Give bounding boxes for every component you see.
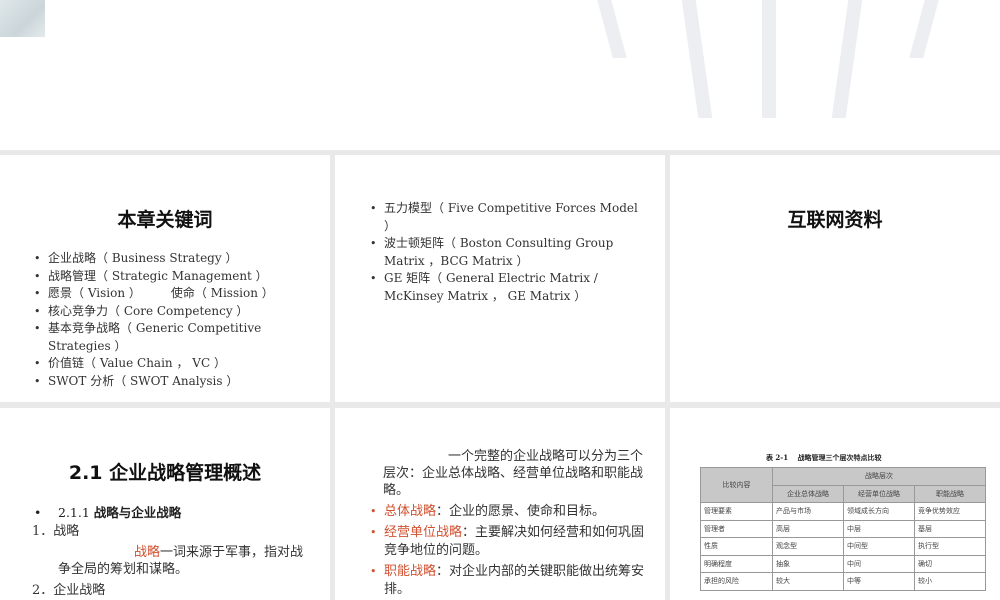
list-item: 战略管理（ Strategic Management ） bbox=[34, 268, 274, 286]
highlight-term: 战略 bbox=[134, 545, 161, 560]
cell: 确切 bbox=[914, 554, 986, 573]
item-text: ：企业的愿景、使命和目标。 bbox=[436, 504, 606, 519]
definition: 一词来源于军事，指对战争全局的筹划和谋略。 bbox=[58, 545, 304, 577]
slide-internet-resources[interactable]: 互联网资料 bbox=[670, 155, 1000, 402]
cell: 中等 bbox=[843, 572, 915, 591]
slide-keywords-continued[interactable]: 五力模型（ Five Competitive Forces Model ） 波士… bbox=[335, 155, 665, 402]
cell: 管理要素 bbox=[700, 502, 773, 521]
slide-title: 2.1 企业战略管理概述 bbox=[68, 462, 262, 484]
cell: 竞争优势效应 bbox=[914, 502, 986, 521]
ray-decoration bbox=[831, 0, 863, 118]
slide-strategy-levels[interactable]: 一个完整的企业战略可以分为三个层次：企业总体战略、经营单位战略和职能战略。 总体… bbox=[335, 408, 665, 600]
highlight-term: 经营单位战略 bbox=[384, 525, 463, 540]
table-header: 职能战略 bbox=[914, 484, 986, 503]
slide-title: 互联网资料 bbox=[787, 209, 883, 231]
cell: 性质 bbox=[700, 537, 773, 556]
section-number: 2.1.1 bbox=[58, 505, 90, 520]
ray-decoration bbox=[681, 0, 713, 118]
cell: 较大 bbox=[772, 572, 844, 591]
table-row: 性质 观念型 中间型 执行型 bbox=[700, 537, 986, 556]
cell: 领域成长方向 bbox=[843, 502, 915, 521]
cell: 高层 bbox=[772, 519, 844, 538]
previous-slide-bottom bbox=[0, 0, 1000, 150]
paragraph: 战略一词来源于军事，指对战争全局的筹划和谋略。 bbox=[58, 544, 313, 578]
list-item: 愿景（ Vision ） 使命（ Mission ） bbox=[34, 285, 274, 303]
cell: 明确程度 bbox=[700, 554, 773, 573]
list-item: 五力模型（ Five Competitive Forces Model ） bbox=[370, 200, 645, 235]
slide-overview[interactable]: 2.1 企业战略管理概述 • 2.1.1 战略与企业战略 1．战略 战略一词来源于… bbox=[0, 408, 330, 600]
list-item: 核心竞争力（ Core Competency ） bbox=[34, 303, 274, 321]
bullet-icon: • bbox=[34, 505, 42, 520]
table-header: 企业总体战略 bbox=[772, 484, 844, 503]
slide-comparison-table[interactable]: 表 2-1 战略管理三个层次特点比较 比较内容 战略层次 企业总体战略 经营单位战略… bbox=[670, 408, 1000, 600]
table-row: 明确程度 抽象 中间 确切 bbox=[700, 554, 986, 573]
cell: 产品与市场 bbox=[772, 502, 844, 521]
cell: 执行型 bbox=[914, 537, 986, 556]
list-item: 基本竞争战略（ Generic Competitive Strategies ） bbox=[34, 320, 274, 355]
keyword-list: 五力模型（ Five Competitive Forces Model ） 波士… bbox=[370, 200, 645, 305]
cell: 承担的风险 bbox=[700, 572, 773, 591]
section-heading: • 2.1.1 战略与企业战略 bbox=[34, 503, 330, 523]
table-row: 承担的风险 较大 中等 较小 bbox=[700, 572, 986, 591]
list-item: GE 矩阵（ General Electric Matrix / McKinse… bbox=[370, 270, 645, 305]
table-header: 经营单位战略 bbox=[843, 484, 915, 503]
slide-keywords[interactable]: 本章关键词 企业战略（ Business Strategy ） 战略管理（ St… bbox=[0, 155, 330, 402]
ray-decoration bbox=[909, 0, 939, 58]
highlight-term: 总体战略 bbox=[384, 504, 437, 519]
cell: 中间型 bbox=[843, 537, 915, 556]
list-item: 波士顿矩阵（ Boston Consulting Group Matrix ，B… bbox=[370, 235, 645, 270]
list-item: 总体战略：企业的愿景、使命和目标。 bbox=[370, 503, 655, 521]
cell: 管理者 bbox=[700, 519, 773, 538]
slide-body: • 2.1.1 战略与企业战略 1．战略 战略一词来源于军事，指对战争全局的筹划和… bbox=[32, 503, 330, 599]
numbered-item: 1．战略 bbox=[32, 524, 80, 539]
cell: 观念型 bbox=[772, 537, 844, 556]
ray-decoration bbox=[762, 0, 776, 118]
table-header: 比较内容 bbox=[700, 467, 773, 503]
intro-paragraph: 一个完整的企业战略可以分为三个层次：企业总体战略、经营单位战略和职能战略。 bbox=[383, 449, 644, 498]
cell: 中间 bbox=[843, 554, 915, 573]
section-title: 战略与企业战略 bbox=[93, 505, 182, 520]
cell: 抽象 bbox=[772, 554, 844, 573]
cell: 基层 bbox=[914, 519, 986, 538]
list-item: 职能战略：对企业内部的关键职能做出统筹安排。 bbox=[370, 563, 655, 599]
cell: 较小 bbox=[914, 572, 986, 591]
list-item: 经营单位战略：主要解决如何经营和如何巩固竞争地位的问题。 bbox=[370, 524, 655, 560]
keyword-list: 企业战略（ Business Strategy ） 战略管理（ Strategi… bbox=[34, 250, 274, 390]
highlight-term: 职能战略 bbox=[384, 564, 437, 579]
table-header: 战略层次 bbox=[772, 467, 986, 486]
slide-title: 本章关键词 bbox=[117, 209, 213, 231]
comparison-table: 比较内容 战略层次 企业总体战略 经营单位战略 职能战略 管理要素 产品与市场 领域成长方… bbox=[700, 467, 986, 591]
ray-decoration bbox=[597, 0, 627, 58]
table-row: 管理要素 产品与市场 领域成长方向 竞争优势效应 bbox=[700, 502, 986, 521]
texture-decoration bbox=[0, 0, 45, 37]
list-item: 价值链（ Value Chain ， VC ） bbox=[34, 355, 274, 373]
table-caption: 表 2-1 战略管理三个层次特点比较 bbox=[766, 453, 882, 462]
cell: 中层 bbox=[843, 519, 915, 538]
list-item: SWOT 分析（ SWOT Analysis ） bbox=[34, 373, 274, 391]
list-item: 企业战略（ Business Strategy ） bbox=[34, 250, 274, 268]
numbered-item: 2．企业战略 bbox=[32, 583, 106, 598]
table-row: 管理者 高层 中层 基层 bbox=[700, 519, 986, 538]
